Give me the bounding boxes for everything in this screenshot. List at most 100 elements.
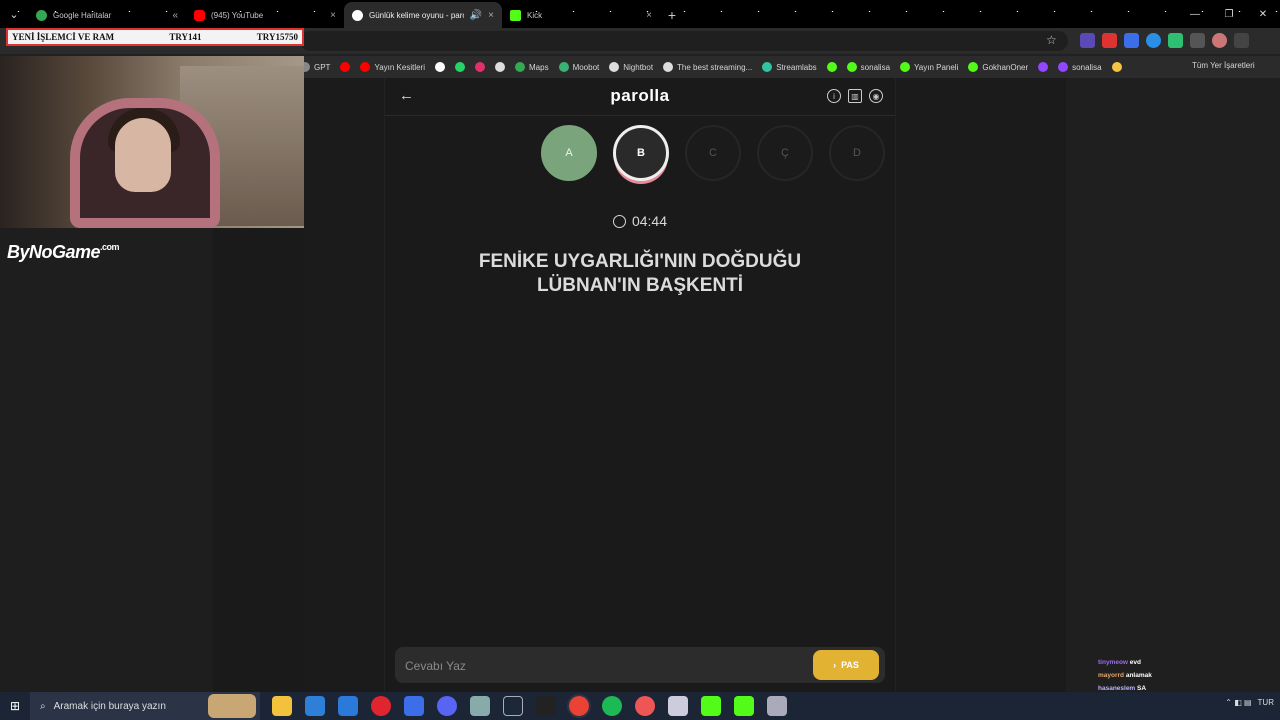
new-tab-button[interactable]: +	[660, 2, 684, 28]
store-icon[interactable]	[305, 696, 325, 716]
app-icon[interactable]	[767, 696, 787, 716]
search-icon: ⌕	[40, 700, 46, 712]
sponsor-suffix: .com	[100, 242, 120, 252]
bookmark-item[interactable]: Yayın Kesitleri	[360, 62, 425, 72]
app-icon[interactable]	[635, 696, 655, 716]
extension-icon[interactable]	[1080, 33, 1095, 48]
tray-icons[interactable]: ⌃ ◧ ▤	[1225, 698, 1251, 707]
bookmark-item[interactable]: sonalisa	[846, 62, 891, 72]
bookmark-icon	[435, 62, 445, 72]
windows-start-icon[interactable]: ⊞	[0, 699, 30, 713]
avatar[interactable]	[1212, 33, 1227, 48]
bookmark-label: Streamlabs	[776, 62, 817, 72]
window-controls: — ❐ ✕	[1178, 0, 1280, 28]
profile-icon[interactable]: ◉	[869, 89, 883, 103]
bookmark-item[interactable]: Streamlabs	[762, 62, 817, 72]
puzzle-icon[interactable]	[1190, 33, 1205, 48]
bookmark-item[interactable]: sonalisa	[1058, 62, 1102, 72]
language-indicator[interactable]: TUR	[1258, 698, 1274, 707]
minimize-icon[interactable]: —	[1178, 0, 1212, 28]
ticker-mid: TRY141	[169, 32, 202, 42]
tab-search-icon[interactable]: ⌄	[0, 0, 28, 28]
extension-icon[interactable]	[1124, 33, 1139, 48]
taskbar-search[interactable]: ⌕ Aramak için buraya yazın	[30, 692, 260, 720]
app-icon[interactable]	[668, 696, 688, 716]
restore-icon[interactable]: ❐	[1212, 0, 1246, 28]
bookmark-item[interactable]	[435, 62, 445, 72]
steam-icon[interactable]	[503, 696, 523, 716]
question-line: LÜBNAN'IN BAŞKENTİ	[536, 275, 744, 296]
epic-games-icon[interactable]	[536, 696, 556, 716]
streamer	[115, 118, 171, 192]
game-logo: parolla	[610, 86, 670, 105]
opera-icon[interactable]	[371, 696, 391, 716]
bookmarks-bar: GPT Yayın Kesitleri Maps Moobot Nightbot The …	[300, 56, 1280, 78]
kick-icon	[510, 9, 521, 21]
bookmark-item[interactable]: Moobot	[558, 62, 600, 72]
tab-close-icon[interactable]: «	[172, 10, 178, 21]
bookmark-item[interactable]	[340, 62, 351, 72]
all-bookmarks[interactable]: Tüm Yer İşaretleri	[1192, 61, 1270, 70]
search-placeholder: Aramak için buraya yazın	[53, 700, 166, 712]
bookmark-icon	[455, 62, 465, 72]
mail-icon[interactable]	[338, 696, 358, 716]
tab-close-icon[interactable]: ×	[330, 10, 336, 21]
letter-circle-5: D	[829, 125, 885, 181]
app-icon[interactable]	[734, 696, 754, 716]
close-window-icon[interactable]: ✕	[1246, 0, 1280, 28]
bookmark-icon	[846, 62, 857, 72]
extension-icon[interactable]	[1102, 33, 1117, 48]
tab-close-icon[interactable]: ×	[646, 10, 652, 21]
info-icon[interactable]: i	[827, 89, 841, 103]
bookmark-label: GPT	[314, 62, 331, 72]
app-icon[interactable]	[701, 696, 721, 716]
bookmark-icon	[1111, 62, 1122, 72]
tab-youtube[interactable]: (945) YouTube ×	[186, 2, 344, 28]
extension-icon[interactable]	[1146, 33, 1161, 48]
ticker-right: TRY15750	[256, 32, 298, 42]
stats-icon[interactable]: ▥	[848, 89, 862, 103]
bookmark-item[interactable]	[826, 62, 837, 72]
bookmark-label: Moobot	[572, 62, 600, 72]
app-icon[interactable]	[404, 696, 424, 716]
bookmark-item[interactable]: GokhanOner	[968, 62, 1028, 72]
letter-progress: ABCÇD	[541, 125, 885, 181]
answer-input[interactable]	[405, 657, 805, 675]
chrome-icon[interactable]	[567, 694, 591, 718]
speaker-icon[interactable]: 🔊	[470, 10, 482, 21]
file-explorer-icon[interactable]	[272, 696, 292, 716]
url-input[interactable]	[300, 31, 1068, 51]
spotify-icon[interactable]	[602, 696, 622, 716]
bookmark-icon	[762, 62, 773, 72]
ticker-left: YENİ İŞLEMCİ VE RAM	[12, 32, 115, 42]
letter-circle-1: A	[541, 125, 597, 181]
bookmark-item[interactable]	[495, 62, 505, 72]
browser-tab-strip: ⌄ Google Haritalar « (945) YouTube × Gün…	[0, 0, 1280, 28]
bookmark-item[interactable]: GPT	[300, 62, 330, 72]
tab-google-maps[interactable]: Google Haritalar «	[28, 2, 186, 28]
bookmark-item[interactable]	[475, 62, 485, 72]
parolla-game: ← parolla i ▥ ◉ ABCÇD 04:44 FENİKE UYGAR…	[384, 78, 896, 692]
bookmark-label: sonalisa	[860, 62, 891, 72]
answer-bar: › PAS	[395, 647, 885, 683]
letter-circle-2: B	[613, 125, 669, 181]
extension-icon[interactable]	[1168, 33, 1183, 48]
bookmark-star-icon[interactable]: ☆	[1046, 33, 1057, 47]
discord-icon[interactable]	[437, 696, 457, 716]
app-icon[interactable]	[470, 696, 490, 716]
tab-parolla[interactable]: Günlük kelime oyunu - parolla 🔊 ×	[344, 2, 502, 28]
bookmark-icon	[475, 62, 485, 72]
tab-title: Günlük kelime oyunu - parolla	[369, 10, 464, 20]
pass-button[interactable]: › PAS	[813, 650, 879, 680]
bookmark-item[interactable]: Yayın Paneli	[900, 62, 958, 72]
bookmark-item[interactable]	[455, 62, 465, 72]
bookmark-item[interactable]: Nightbot	[609, 62, 653, 72]
bookmark-item[interactable]	[1038, 62, 1049, 72]
tab-kick[interactable]: Kick ×	[502, 2, 660, 28]
bookmark-item[interactable]	[1111, 62, 1122, 72]
tab-close-icon[interactable]: ×	[488, 10, 494, 21]
menu-dots-icon[interactable]	[1234, 33, 1249, 48]
pass-label: PAS	[841, 660, 859, 670]
bookmark-item[interactable]: Maps	[515, 62, 549, 72]
bookmark-item[interactable]: The best streaming...	[663, 62, 752, 72]
